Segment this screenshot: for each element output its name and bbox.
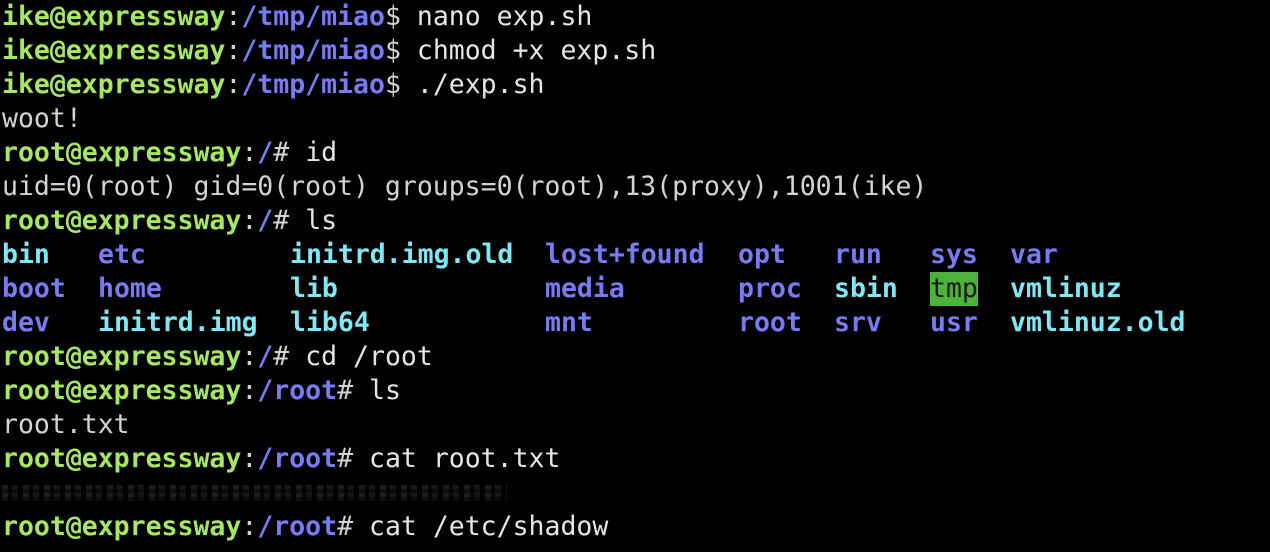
command-text: ls: [353, 375, 401, 406]
output-line: root.txt: [2, 409, 130, 440]
prompt-user: ike@expressway: [2, 35, 226, 66]
prompt-symbol: #: [337, 511, 354, 542]
prompt-line: root@expressway:/# cd /root: [2, 340, 1270, 374]
prompt-symbol: #: [337, 443, 354, 474]
prompt-path: /root: [257, 511, 338, 542]
prompt-path: /: [257, 341, 274, 372]
ls-entry: media: [545, 273, 625, 304]
prompt-line: root@expressway:/root# cat root.txt: [2, 442, 1270, 476]
prompt-separator: :: [241, 511, 258, 542]
prompt-separator: :: [241, 137, 258, 168]
ls-entry: run: [834, 239, 882, 270]
prompt-line: ike@expressway:/tmp/miao$ ./exp.sh: [2, 68, 1270, 102]
prompt-symbol: #: [273, 341, 290, 372]
prompt-path: /root: [257, 375, 338, 406]
prompt-user: ike@expressway: [2, 69, 226, 100]
output-line: uid=0(root) gid=0(root) groups=0(root),1…: [2, 171, 928, 202]
prompt-symbol: #: [337, 375, 354, 406]
ls-entry: etc: [98, 239, 146, 270]
prompt-separator: :: [241, 375, 258, 406]
ls-entry: proc: [738, 273, 802, 304]
prompt-user: root@expressway: [2, 443, 242, 474]
prompt-user: root@expressway: [2, 375, 242, 406]
ls-entry: initrd.img: [98, 307, 258, 338]
prompt-line: root@expressway:/# ls: [2, 204, 1270, 238]
ls-row: bin etc initrd.img.old lost+found opt run sys v…: [2, 238, 1270, 272]
ls-entry: var: [1010, 239, 1058, 270]
command-text: cd /root: [289, 341, 433, 372]
prompt-line: ike@expressway:/tmp/miao$ nano exp.sh: [2, 0, 1270, 34]
command-text: cat /etc/shadow: [353, 511, 609, 542]
prompt-user: root@expressway: [2, 205, 242, 236]
ls-entry: tmp: [930, 272, 978, 306]
prompt-user: ike@expressway: [2, 1, 226, 32]
prompt-symbol: #: [273, 137, 290, 168]
prompt-user: root@expressway: [2, 511, 242, 542]
ls-entry: lib64: [290, 307, 370, 338]
ls-entry: dev: [2, 307, 50, 338]
ls-row: boot home lib media proc sbin tmp vmlinuz: [2, 272, 1270, 306]
prompt-separator: :: [225, 69, 242, 100]
ls-row: dev initrd.img lib64 mnt root srv usr vmlinuz.o…: [2, 306, 1270, 340]
prompt-separator: :: [241, 341, 258, 372]
prompt-separator: :: [225, 1, 242, 32]
ls-entry: srv: [834, 307, 882, 338]
prompt-symbol: $: [384, 1, 401, 32]
ls-entry: bin: [2, 239, 50, 270]
terminal-window[interactable]: ike@expressway:/tmp/miao$ nano exp.sh ik…: [0, 0, 1270, 552]
prompt-line: root@expressway:/root# cat /etc/shadow: [2, 510, 1270, 544]
ls-entry: opt: [738, 239, 786, 270]
ls-entry: initrd.img.old: [290, 239, 514, 270]
prompt-path: /tmp/miao: [241, 35, 385, 66]
ls-listing: bin etc initrd.img.old lost+found opt run sys v…: [2, 238, 1270, 340]
prompt-separator: :: [241, 443, 258, 474]
prompt-separator: :: [225, 35, 242, 66]
prompt-path: /root: [257, 443, 338, 474]
command-text: nano exp.sh: [400, 1, 593, 32]
output-line: woot!: [2, 103, 82, 134]
ls-entry: boot: [2, 273, 66, 304]
ls-entry: vmlinuz.old: [1010, 307, 1186, 338]
command-text: ./exp.sh: [400, 69, 545, 100]
redacted-output-line: [2, 476, 1270, 510]
prompt-path: /tmp/miao: [241, 1, 385, 32]
prompt-line: root@expressway:/# id: [2, 136, 1270, 170]
prompt-line: ike@expressway:/tmp/miao$ chmod +x exp.s…: [2, 34, 1270, 68]
prompt-line: root@expressway:/root# ls: [2, 374, 1270, 408]
ls-entry: root: [738, 307, 802, 338]
ls-entry: home: [98, 273, 162, 304]
ls-entry: sys: [930, 239, 978, 270]
command-text: ls: [289, 205, 338, 236]
prompt-symbol: #: [273, 205, 290, 236]
ls-entry: vmlinuz: [1010, 273, 1122, 304]
prompt-symbol: $: [384, 69, 401, 100]
command-text: chmod +x exp.sh: [400, 35, 657, 66]
prompt-path: /: [257, 205, 274, 236]
prompt-path: /tmp/miao: [241, 69, 385, 100]
pixelated-redaction-icon: [2, 485, 507, 501]
ls-entry: usr: [930, 307, 978, 338]
prompt-separator: :: [241, 205, 258, 236]
ls-entry: lib: [290, 273, 338, 304]
prompt-path: /: [257, 137, 274, 168]
ls-entry: mnt: [545, 307, 593, 338]
command-text: cat root.txt: [353, 443, 561, 474]
prompt-user: root@expressway: [2, 137, 242, 168]
ls-entry: sbin: [834, 273, 898, 304]
ls-entry: lost+found: [545, 239, 705, 270]
prompt-user: root@expressway: [2, 341, 242, 372]
command-text: id: [289, 137, 338, 168]
prompt-symbol: $: [384, 35, 401, 66]
